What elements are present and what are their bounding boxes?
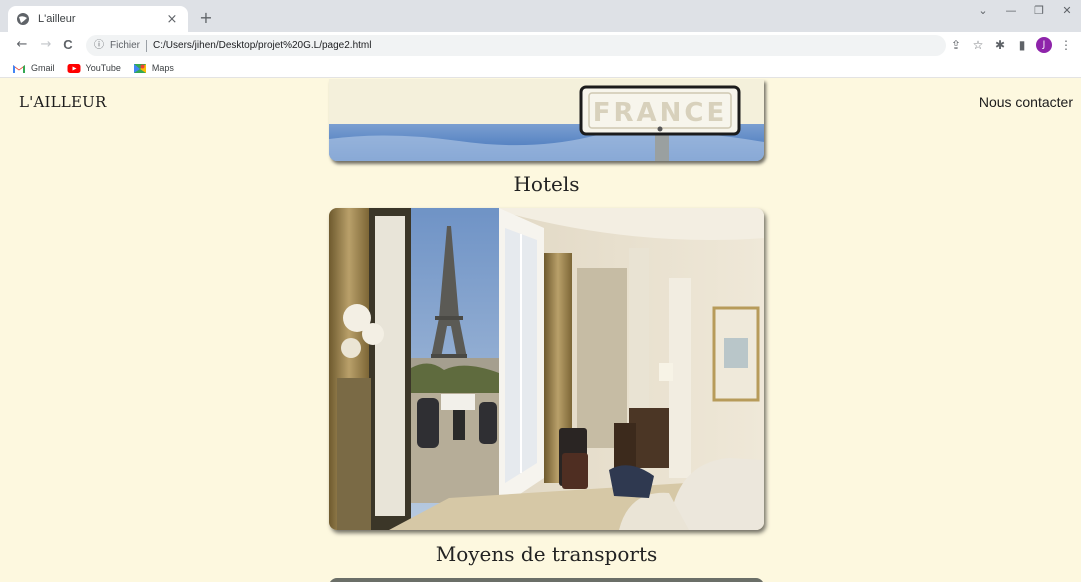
hotels-title: Hotels [513, 172, 580, 196]
share-icon[interactable]: ⇪ [945, 36, 967, 54]
url-scheme-label: Fichier [110, 40, 141, 51]
browser-toolbar: ← → C ⓘ Fichier C:/Users/jihen/Desktop/p… [0, 32, 1081, 59]
youtube-icon [67, 63, 81, 73]
bookmarks-bar: Gmail YouTube Maps [0, 59, 1081, 78]
bookmark-label: Maps [151, 63, 174, 73]
france-sign-image: FRANCE [329, 79, 764, 161]
tab-close-icon[interactable]: × [164, 12, 180, 27]
toolbar-icons: ⇪ ☆ ✱ ▮ J ⋮ [945, 36, 1077, 54]
bookmark-youtube[interactable]: YouTube [67, 63, 121, 74]
page-content: L'AILLEUR Nous contacter FRANCE Hotels M… [0, 79, 1081, 582]
browser-tab[interactable]: L'ailleur × [8, 6, 188, 32]
bookmark-star-icon[interactable]: ☆ [967, 36, 989, 54]
reload-button[interactable]: C [60, 37, 76, 53]
bookmark-label: YouTube [85, 63, 121, 73]
bookmark-maps[interactable]: Maps [133, 63, 174, 74]
info-icon[interactable]: ⓘ [92, 39, 106, 53]
extensions-icon[interactable]: ✱ [989, 36, 1011, 54]
tab-title: L'ailleur [38, 13, 76, 25]
maps-icon [133, 63, 146, 73]
browser-tabbar: L'ailleur × + ⌄ — ❐ ✕ [0, 0, 1081, 32]
hotel-room-illustration [329, 208, 764, 530]
side-panel-icon[interactable]: ▮ [1011, 36, 1033, 54]
minimize-icon[interactable]: — [997, 4, 1025, 17]
gmail-icon [13, 64, 25, 73]
tab-search-icon[interactable]: ⌄ [969, 4, 997, 17]
close-window-icon[interactable]: ✕ [1053, 4, 1081, 17]
bookmark-gmail[interactable]: Gmail [12, 63, 55, 74]
menu-icon[interactable]: ⋮ [1055, 36, 1077, 54]
bookmark-label: Gmail [31, 63, 55, 73]
url-separator [146, 39, 148, 52]
forward-button[interactable]: → [38, 37, 54, 53]
address-bar[interactable]: ⓘ Fichier C:/Users/jihen/Desktop/projet%… [86, 35, 946, 56]
site-logo[interactable]: L'AILLEUR [19, 93, 106, 111]
transport-image [329, 578, 764, 582]
hotel-room-image [329, 208, 764, 530]
globe-icon [17, 13, 29, 25]
transport-title: Moyens de transports [435, 542, 658, 566]
france-sign-illustration: FRANCE [329, 79, 764, 161]
restore-icon[interactable]: ❐ [1025, 4, 1053, 17]
sign-text: FRANCE [593, 98, 728, 128]
window-controls: ⌄ — ❐ ✕ [969, 4, 1081, 17]
url-text[interactable]: C:/Users/jihen/Desktop/projet%20G.L/page… [153, 40, 371, 51]
contact-link[interactable]: Nous contacter [979, 94, 1073, 110]
back-button[interactable]: ← [14, 37, 30, 53]
new-tab-button[interactable]: + [196, 8, 216, 28]
profile-avatar[interactable]: J [1036, 37, 1052, 53]
